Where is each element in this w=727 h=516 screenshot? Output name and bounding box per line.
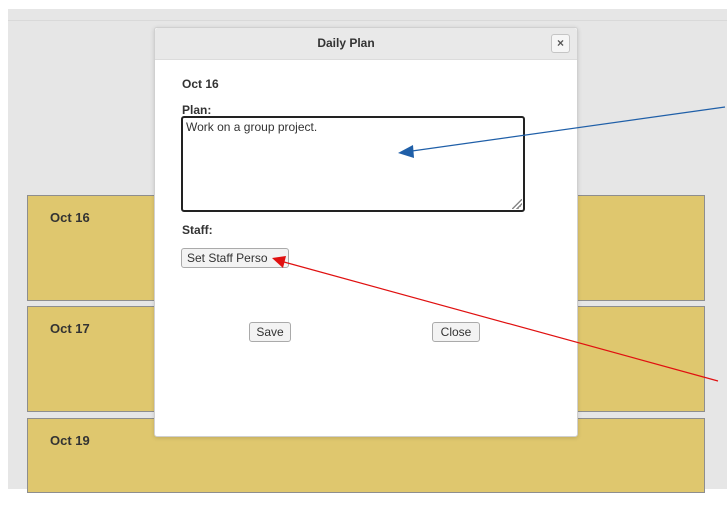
set-staff-person-button[interactable]: Set Staff Perso <box>181 248 289 268</box>
dialog-titlebar[interactable]: Daily Plan × <box>155 28 577 60</box>
close-icon[interactable]: × <box>551 34 570 53</box>
close-button[interactable]: Close <box>432 322 480 342</box>
day-card-label: Oct 19 <box>50 433 90 448</box>
dialog-title: Daily Plan <box>317 36 375 50</box>
dialog-date: Oct 16 <box>182 77 219 91</box>
resize-grip-icon[interactable] <box>512 199 522 209</box>
header-divider <box>8 20 727 21</box>
plan-label: Plan: <box>182 103 212 117</box>
day-card-label: Oct 17 <box>50 321 90 336</box>
staff-label: Staff: <box>182 223 213 237</box>
daily-plan-dialog: Daily Plan × Oct 16 Plan: Work on a grou… <box>154 27 578 437</box>
save-button[interactable]: Save <box>249 322 291 342</box>
plan-textarea[interactable]: Work on a group project. <box>181 116 525 212</box>
day-card-label: Oct 16 <box>50 210 90 225</box>
